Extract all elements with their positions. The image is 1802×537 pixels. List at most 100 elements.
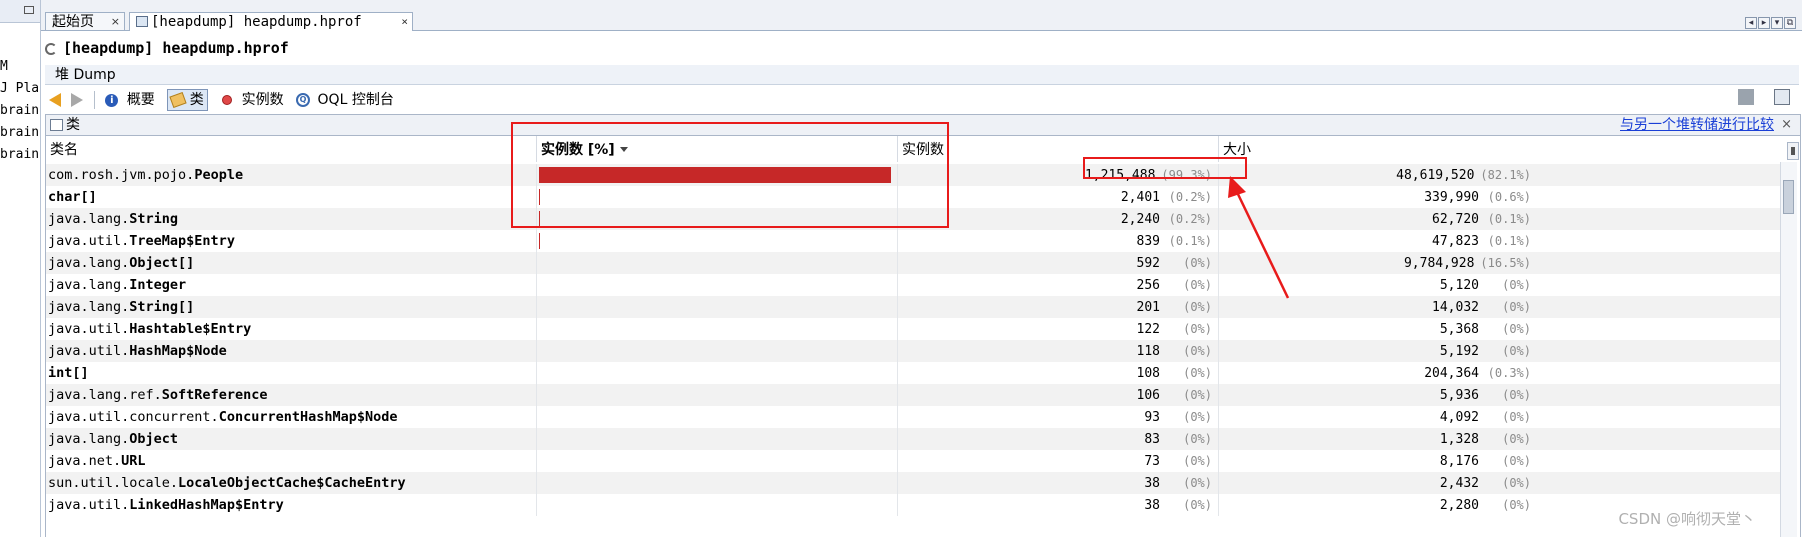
- size-percent: (0%): [1502, 410, 1531, 424]
- table-row[interactable]: java.lang.Object 83 (0%) 1,328 (0%): [46, 428, 1786, 450]
- class-simple-name: Object[]: [129, 255, 195, 271]
- size-percent: (0.6%): [1487, 190, 1531, 204]
- tab-label: [heapdump] heapdump.hprof: [151, 14, 362, 30]
- class-simple-name: LocaleObjectCache$CacheEntry: [178, 475, 406, 491]
- table-row[interactable]: java.util.Hashtable$Entry 122 (0%) 5,368 (0%…: [46, 318, 1786, 340]
- size-value: 8,176: [1439, 454, 1479, 469]
- save-snapshot-icon[interactable]: [1738, 89, 1754, 105]
- page-title: [heapdump] heapdump.hprof: [45, 37, 289, 59]
- scroll-left-icon[interactable]: ◂: [1745, 17, 1757, 29]
- left-panel-item[interactable]: M: [0, 56, 40, 78]
- class-name-cell: java.net.URL: [46, 450, 537, 472]
- size-percent: (0%): [1502, 476, 1531, 490]
- table-row[interactable]: java.util.concurrent.ConcurrentHashMap$N…: [46, 406, 1786, 428]
- oql-console-button[interactable]: OQL 控制台: [318, 87, 394, 113]
- instances-icon: [222, 95, 233, 105]
- table-row[interactable]: java.lang.Object[] 592 (0%) 9,784,928 (16.5%…: [46, 252, 1786, 274]
- class-simple-name: Hashtable$Entry: [129, 321, 252, 337]
- table-row[interactable]: sun.util.locale.LocaleObjectCache$CacheE…: [46, 472, 1786, 494]
- column-header-class-name[interactable]: 类名: [46, 136, 537, 162]
- class-simple-name: Object: [129, 431, 179, 447]
- instance-percent: (0%): [1183, 344, 1212, 358]
- scrollbar-thumb[interactable]: [1783, 180, 1794, 214]
- left-panel-item[interactable]: J Pla: [0, 78, 40, 100]
- size-percent: (0%): [1502, 322, 1531, 336]
- package-name: com.rosh.jvm.pojo.: [48, 167, 195, 183]
- scroll-right-icon[interactable]: ▸: [1758, 17, 1770, 29]
- instances-cell: 73 (0%): [898, 450, 1219, 472]
- table-row[interactable]: int[] 108 (0%) 204,364 (0.3%): [46, 362, 1786, 384]
- compare-heap-dump-link[interactable]: 与另一个堆转储进行比较: [1620, 115, 1774, 135]
- classes-button[interactable]: 类: [167, 89, 208, 111]
- minimize-icon[interactable]: [24, 6, 34, 14]
- size-value: 204,364: [1424, 366, 1479, 381]
- instances-percent-cell: [537, 384, 898, 406]
- instances-cell: 93 (0%): [898, 406, 1219, 428]
- export-icon[interactable]: [1774, 89, 1790, 105]
- instance-percent: (0%): [1183, 388, 1212, 402]
- vertical-scrollbar[interactable]: [1780, 162, 1797, 537]
- forward-arrow-icon[interactable]: [71, 93, 84, 107]
- table-row[interactable]: java.lang.ref.SoftReference 106 (0%) 5,936 (…: [46, 384, 1786, 406]
- instance-count: 2,401: [1120, 190, 1160, 205]
- class-name-cell: int[]: [46, 362, 537, 384]
- class-simple-name: String: [129, 211, 179, 227]
- close-icon[interactable]: ×: [401, 13, 408, 31]
- instance-count: 38: [1144, 476, 1160, 491]
- instance-count: 118: [1136, 344, 1160, 359]
- annotation-arrow: [1228, 176, 1290, 299]
- table-row[interactable]: java.lang.String[] 201 (0%) 14,032 (0%): [46, 296, 1786, 318]
- tab-heapdump[interactable]: [heapdump] heapdump.hprof ×: [129, 12, 413, 31]
- left-panel-item[interactable]: brain: [0, 122, 40, 144]
- class-simple-name: LinkedHashMap$Entry: [129, 497, 284, 513]
- instances-percent-cell: [537, 230, 898, 252]
- package-name: java.lang.: [48, 299, 130, 315]
- size-percent: (0%): [1502, 344, 1531, 358]
- size-percent: (0.1%): [1487, 212, 1531, 226]
- package-name: java.util.: [48, 321, 130, 337]
- left-panel-item[interactable]: brain: [0, 100, 40, 122]
- class-name-cell: java.lang.Integer: [46, 274, 537, 296]
- size-value: 339,990: [1424, 190, 1479, 205]
- table-row[interactable]: java.lang.Integer 256 (0%) 5,120 (0%): [46, 274, 1786, 296]
- package-name: java.util.: [48, 343, 130, 359]
- instances-button[interactable]: 实例数: [242, 87, 284, 113]
- view-toolbar: i 概要 类 实例数 Q OQL 控制台: [45, 87, 394, 113]
- instances-percent-cell: [537, 362, 898, 384]
- subtab-heap-dump[interactable]: 堆 Dump: [45, 65, 1799, 85]
- column-header-size[interactable]: 大小: [1219, 136, 1541, 162]
- instances-percent-cell: [537, 472, 898, 494]
- annotation-box-instances-bars: [511, 122, 949, 228]
- instance-count: 592: [1136, 256, 1160, 271]
- package-name: java.lang.: [48, 211, 130, 227]
- tab-list-icon[interactable]: ▾: [1771, 17, 1783, 29]
- class-name-cell: char[]: [46, 186, 537, 208]
- instance-percent: (0%): [1183, 498, 1212, 512]
- toolbar-separator: [93, 91, 95, 109]
- tab-start-page[interactable]: 起始页 ×: [45, 12, 125, 30]
- size-percent: (0.1%): [1487, 234, 1531, 248]
- package-name: sun.util.locale.: [48, 475, 179, 491]
- column-chooser-icon[interactable]: [1787, 142, 1799, 160]
- table-row[interactable]: java.net.URL 73 (0%) 8,176 (0%): [46, 450, 1786, 472]
- class-name-cell: java.util.HashMap$Node: [46, 340, 537, 362]
- size-value: 47,823: [1432, 234, 1479, 249]
- back-arrow-icon[interactable]: [49, 93, 61, 107]
- instance-count: 93: [1144, 410, 1160, 425]
- instances-percent-cell: [537, 450, 898, 472]
- summary-button[interactable]: 概要: [127, 87, 155, 113]
- package-name: java.util.: [48, 497, 130, 513]
- class-name-cell: java.util.concurrent.ConcurrentHashMap$N…: [46, 406, 537, 428]
- close-icon[interactable]: ×: [111, 13, 120, 31]
- size-value: 62,720: [1432, 212, 1479, 227]
- table-row[interactable]: java.util.HashMap$Node 118 (0%) 5,192 (0%): [46, 340, 1786, 362]
- instances-cell: 839 (0.1%): [898, 230, 1219, 252]
- close-icon[interactable]: ×: [1781, 115, 1792, 135]
- table-row[interactable]: java.util.LinkedHashMap$Entry 38 (0%) 2,280…: [46, 494, 1786, 516]
- maximize-icon[interactable]: ⧉: [1784, 17, 1796, 29]
- left-panel-item[interactable]: brain: [0, 144, 40, 166]
- size-percent: (0%): [1502, 300, 1531, 314]
- panel-title: 类: [66, 117, 80, 133]
- instance-percent: (0%): [1183, 410, 1212, 424]
- table-row[interactable]: java.util.TreeMap$Entry 839 (0.1%) 47,823 (0…: [46, 230, 1786, 252]
